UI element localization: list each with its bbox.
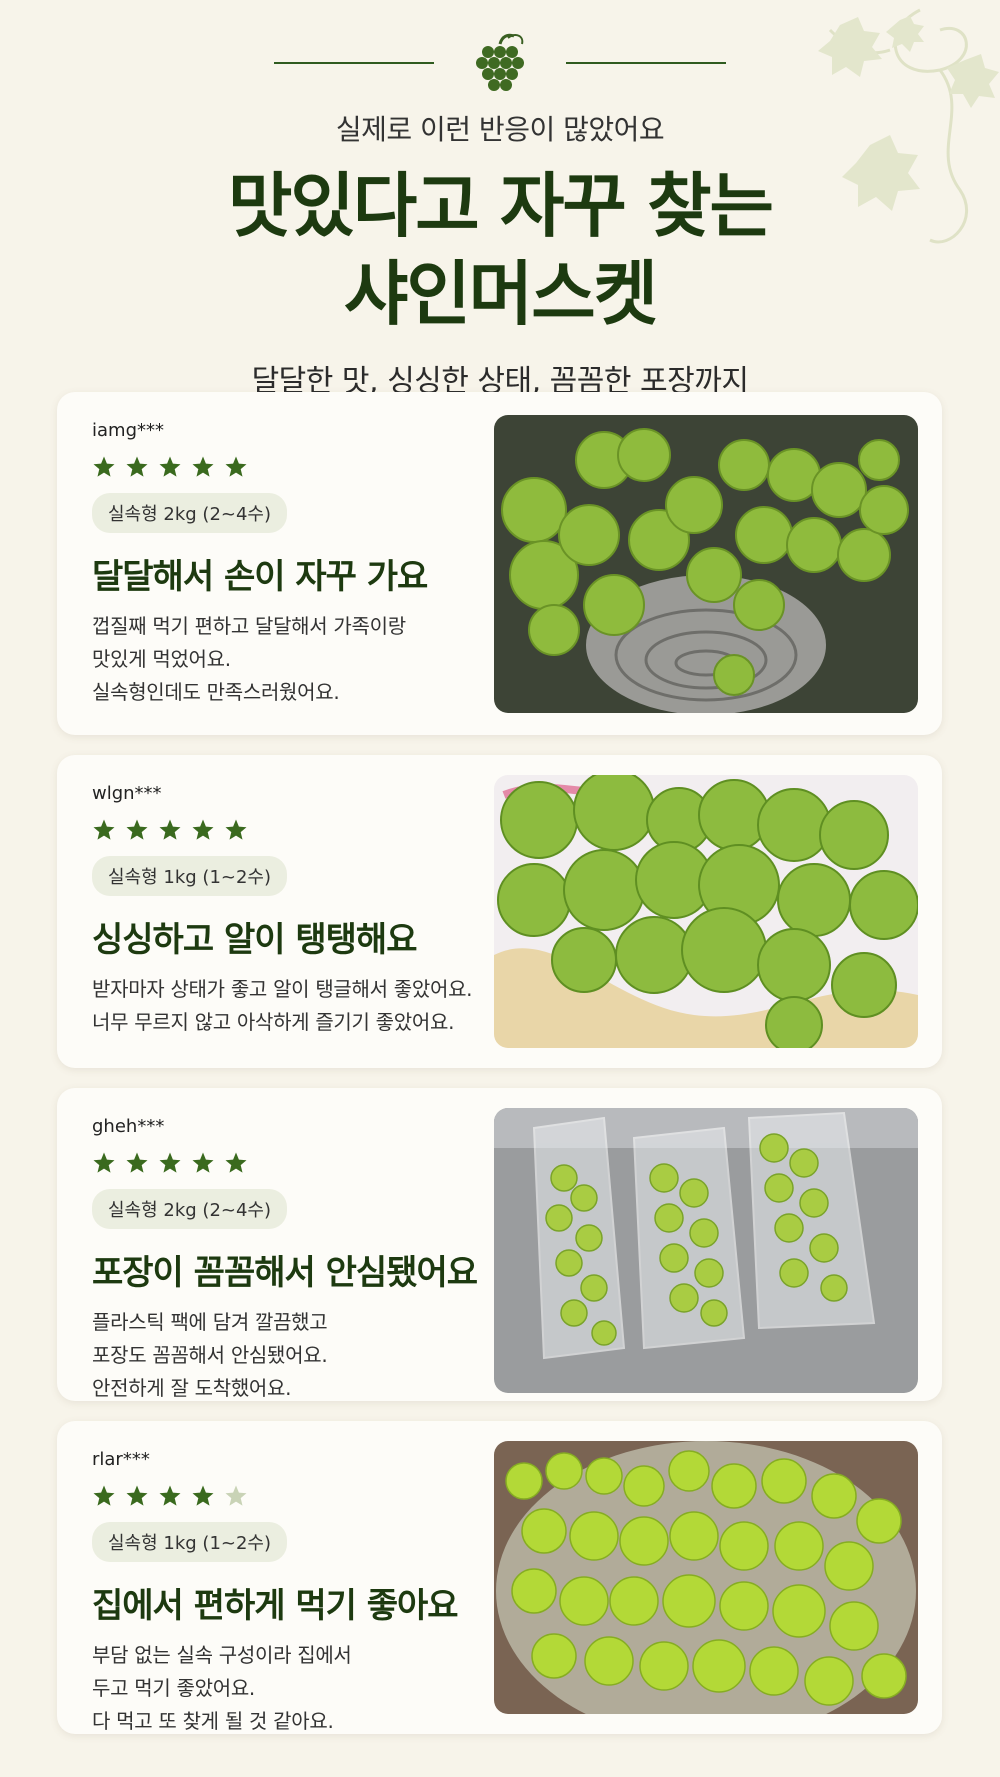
- reviewer-id: gheh***: [92, 1116, 165, 1137]
- review-body: 껍질째 먹기 편하고 달달해서 가족이랑 맛있게 먹었어요. 실속형인데도 만족…: [92, 614, 406, 704]
- star-filled-icon: [126, 1152, 148, 1173]
- star-filled-icon: [93, 819, 115, 840]
- review-card: rlar*** 실속형 1kg (1~2수) 집에서 편하게 먹기 좋아요 부담…: [57, 1421, 942, 1734]
- star-filled-icon: [126, 1485, 148, 1506]
- star-filled-icon: [225, 819, 247, 840]
- header-divider-right: [566, 62, 726, 64]
- option-badge: 실속형 1kg (1~2수): [92, 856, 288, 896]
- option-badge: 실속형 1kg (1~2수): [92, 1522, 288, 1562]
- header: 실제로 이런 반응이 많았어요 맛있다고 자꾸 찾는 샤인머스켓 달달한 맛, …: [0, 0, 1000, 400]
- option-badge: 실속형 2kg (2~4수): [92, 493, 288, 533]
- page-title: 맛있다고 자꾸 찾는 샤인머스켓: [0, 162, 1000, 338]
- packaged-grapes-photo: [494, 1108, 918, 1393]
- review-body: 플라스틱 팩에 담겨 깔끔했고 포장도 꼼꼼해서 안심됐어요. 안전하게 잘 도…: [92, 1310, 328, 1400]
- page-title-line2: 샤인머스켓: [344, 253, 658, 335]
- review-title: 집에서 편하게 먹기 좋아요: [92, 1586, 459, 1626]
- option-badge: 실속형 2kg (2~4수): [92, 1189, 288, 1229]
- review-card: wlgn*** 실속형 1kg (1~2수) 싱싱하고 알이 탱탱해요 받자마자…: [57, 755, 942, 1068]
- grape-cluster-icon: [476, 33, 524, 91]
- star-filled-icon: [126, 456, 148, 477]
- reviewer-id: iamg***: [92, 420, 164, 441]
- review-title: 달달해서 손이 자꾸 가요: [92, 557, 428, 597]
- star-filled-icon: [192, 456, 214, 477]
- reviewer-id: rlar***: [92, 1449, 150, 1470]
- star-filled-icon: [159, 1485, 181, 1506]
- page-title-line1: 맛있다고 자꾸 찾는: [228, 165, 774, 247]
- star-rating: [92, 455, 492, 479]
- star-rating: [92, 818, 492, 842]
- grapes-on-plate-photo: [494, 775, 918, 1048]
- star-filled-icon: [225, 456, 247, 477]
- grapes-in-colander-photo: [494, 415, 918, 713]
- header-divider-left: [274, 62, 434, 64]
- review-card: gheh*** 실속형 2kg (2~4수) 포장이 꼼꼼해서 안심됐어요 플라…: [57, 1088, 942, 1401]
- grapes-in-bowl-photo: [494, 1441, 918, 1714]
- star-empty-icon: [225, 1485, 247, 1506]
- star-filled-icon: [225, 1152, 247, 1173]
- page-subtitle: 실제로 이런 반응이 많았어요: [335, 113, 665, 146]
- star-filled-icon: [126, 819, 148, 840]
- star-filled-icon: [93, 1152, 115, 1173]
- star-filled-icon: [93, 456, 115, 477]
- review-title: 싱싱하고 알이 탱탱해요: [92, 920, 417, 960]
- star-filled-icon: [159, 819, 181, 840]
- review-body: 부담 없는 실속 구성이라 집에서 두고 먹기 좋았어요. 다 먹고 또 찾게 …: [92, 1643, 352, 1733]
- review-title: 포장이 꼼꼼해서 안심됐어요: [92, 1253, 478, 1293]
- star-filled-icon: [93, 1485, 115, 1506]
- star-filled-icon: [192, 819, 214, 840]
- review-card: iamg*** 실속형 2kg (2~4수) 달달해서 손이 자꾸 가요 껍질째…: [57, 392, 942, 735]
- star-filled-icon: [159, 1152, 181, 1173]
- star-rating: [92, 1151, 492, 1175]
- star-filled-icon: [192, 1152, 214, 1173]
- reviewer-id: wlgn***: [92, 783, 162, 804]
- star-filled-icon: [159, 456, 181, 477]
- review-body: 받자마자 상태가 좋고 알이 탱글해서 좋았어요. 너무 무르지 않고 아삭하게…: [92, 977, 473, 1034]
- star-rating: [92, 1484, 492, 1508]
- star-filled-icon: [192, 1485, 214, 1506]
